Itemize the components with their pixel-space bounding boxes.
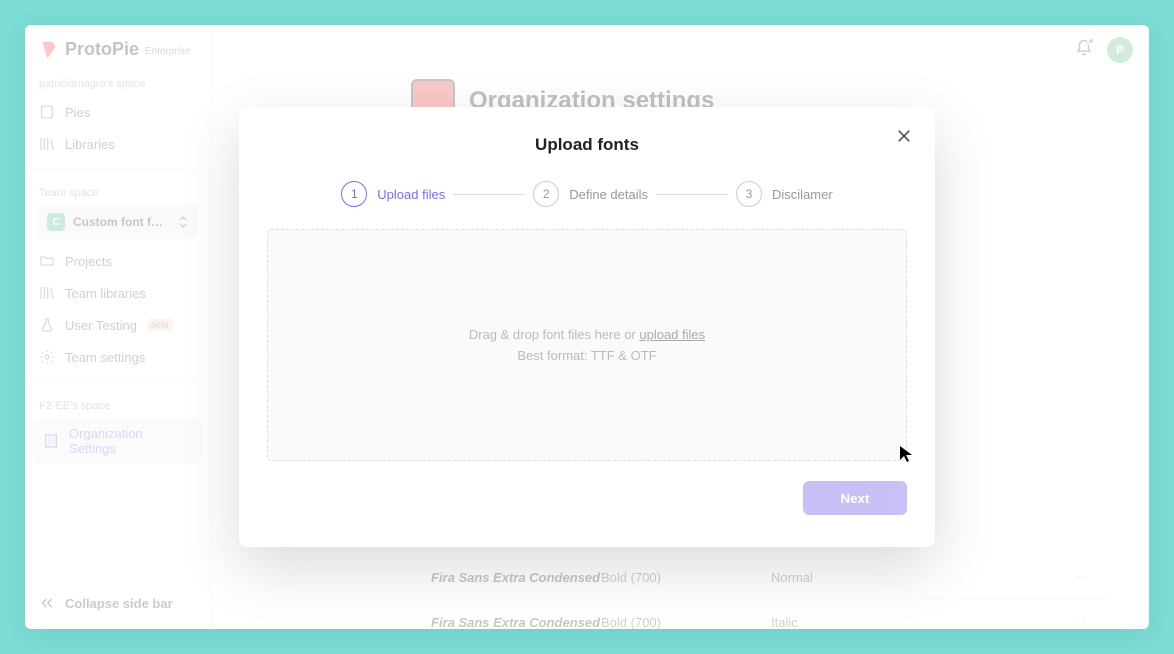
app-window: ProtoPie Enterprise patriciamagro's spac… (25, 25, 1149, 629)
close-icon[interactable] (895, 127, 913, 145)
next-button[interactable]: Next (803, 481, 907, 515)
dropzone-hint: Best format: TTF & OTF (517, 348, 656, 363)
step-label: Discilamer (772, 187, 833, 202)
step-2: 2 Define details (533, 181, 648, 207)
step-connector (453, 194, 525, 195)
modal-title: Upload fonts (239, 107, 935, 163)
dropzone-text: Drag & drop font files here or upload fi… (469, 327, 705, 342)
step-num: 2 (533, 181, 559, 207)
step-num: 1 (341, 181, 367, 207)
step-3: 3 Discilamer (736, 181, 833, 207)
dropzone-prefix: Drag & drop font files here or (469, 327, 640, 342)
step-connector (656, 194, 728, 195)
stepper: 1 Upload files 2 Define details 3 Discil… (239, 163, 935, 229)
step-1: 1 Upload files (341, 181, 445, 207)
upload-fonts-modal: Upload fonts 1 Upload files 2 Define det… (239, 107, 935, 547)
dropzone[interactable]: Drag & drop font files here or upload fi… (267, 229, 907, 461)
step-label: Upload files (377, 187, 445, 202)
modal-scrim[interactable]: Upload fonts 1 Upload files 2 Define det… (25, 25, 1149, 629)
upload-files-link[interactable]: upload files (639, 327, 705, 342)
step-label: Define details (569, 187, 648, 202)
step-num: 3 (736, 181, 762, 207)
